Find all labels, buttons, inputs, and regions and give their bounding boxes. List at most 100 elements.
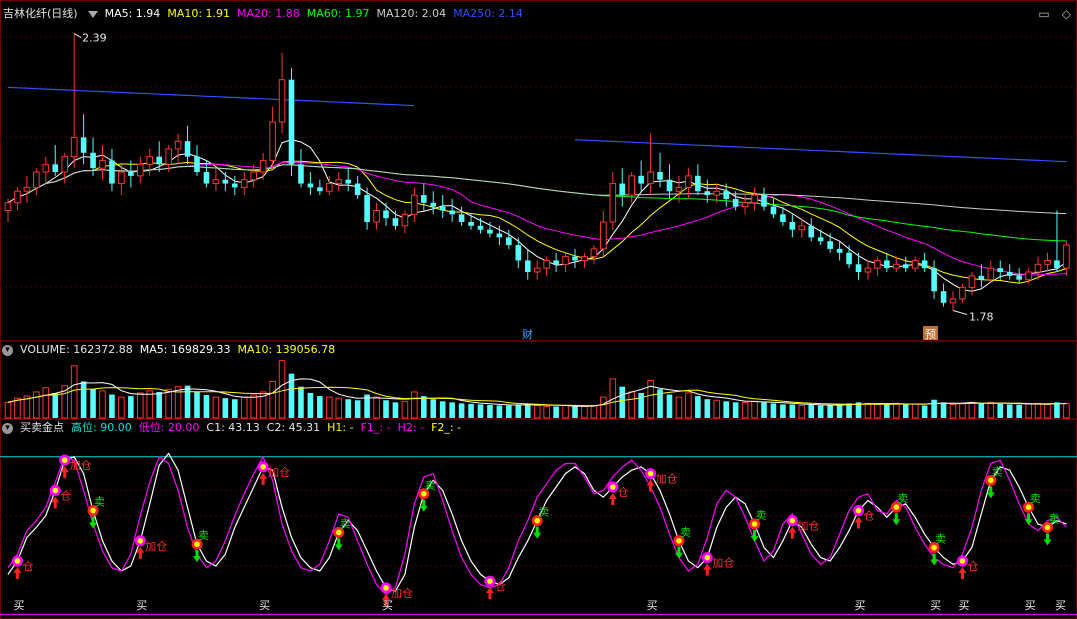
volume-bar xyxy=(675,396,683,419)
bottom-buy-label: 买 xyxy=(13,599,24,612)
signal-dot-core xyxy=(487,578,493,584)
window-controls: ▭ ◇ xyxy=(1026,7,1071,21)
candle-body xyxy=(657,172,663,180)
signal-dot-core xyxy=(855,507,862,514)
candle-body xyxy=(335,179,343,185)
candle-body xyxy=(137,163,144,177)
candle-body xyxy=(949,298,957,304)
candle-body xyxy=(846,252,852,265)
sell-arrow-icon xyxy=(1024,513,1033,526)
buy-signal-label: 加仓 xyxy=(797,519,819,533)
volume-bar xyxy=(269,380,276,419)
candle-body xyxy=(392,218,399,226)
volume-bar xyxy=(770,403,777,418)
volume-bar xyxy=(874,403,881,419)
candle-body xyxy=(713,190,721,196)
bottom-buy-label: 买 xyxy=(382,599,393,612)
close-icon[interactable]: ◇ xyxy=(1062,7,1071,21)
signal-dot-core xyxy=(14,558,21,564)
candle-body xyxy=(14,190,21,204)
restore-icon[interactable]: ▭ xyxy=(1038,7,1049,21)
sell-arrow-icon xyxy=(1043,533,1052,546)
candle-body xyxy=(959,286,966,300)
candle-body xyxy=(874,259,881,269)
volume-bar xyxy=(326,396,333,419)
candle-body xyxy=(921,260,928,269)
candle-body xyxy=(638,175,644,184)
candle-body xyxy=(619,183,626,196)
candle-body xyxy=(817,237,824,242)
bottom-buy-label: 买 xyxy=(855,599,866,612)
candle-body xyxy=(572,256,578,261)
volume-menu-icon[interactable]: ▾ xyxy=(2,344,13,356)
signal-dot-core xyxy=(610,484,616,490)
buy-signal-label: 加仓 xyxy=(391,586,413,600)
candle-body xyxy=(1044,259,1051,265)
candle-body xyxy=(884,260,890,269)
volume-bar xyxy=(827,405,833,418)
volume-bar xyxy=(590,404,598,419)
signal-dot-core xyxy=(61,457,68,463)
volume-bar xyxy=(864,402,872,419)
sell-signal-label: 卖 xyxy=(992,465,1003,478)
candle-body xyxy=(695,175,701,192)
sell-signal-label: 卖 xyxy=(538,506,549,519)
candle-body xyxy=(42,163,50,173)
volume-bar xyxy=(99,390,106,419)
indicator-f1: F1_: - xyxy=(360,421,391,434)
candle-body xyxy=(109,160,115,184)
ma20-line xyxy=(7,161,1067,276)
volume-bar xyxy=(240,396,248,419)
signal-dot-core xyxy=(704,554,711,561)
candle-body xyxy=(1063,244,1070,269)
ma20-label: MA20: 1.88 xyxy=(237,7,300,20)
volume-bar xyxy=(165,388,172,419)
volume-bar xyxy=(884,404,890,418)
indicator-title: 买卖金点 xyxy=(20,421,64,434)
candle-body xyxy=(354,183,361,196)
candle-body xyxy=(855,264,862,272)
ma250-label: MA250: 2.14 xyxy=(453,7,523,20)
buy-signal-label: 加仓 xyxy=(656,472,678,486)
indicator-h2: H2: - xyxy=(397,421,425,434)
candle-body xyxy=(798,225,806,231)
sell-arrow-icon xyxy=(533,526,542,539)
candle-body xyxy=(647,171,654,185)
bottom-buy-label: 买 xyxy=(647,599,658,612)
volume-bar xyxy=(921,405,928,418)
bottom-buy-label: 买 xyxy=(930,599,941,612)
candle-body xyxy=(232,183,238,188)
candle-body xyxy=(421,195,427,203)
candle-body xyxy=(562,256,569,265)
candle-body xyxy=(383,210,389,219)
candle-body xyxy=(298,164,304,184)
volume-bar xyxy=(345,399,351,418)
volume-bar xyxy=(1006,404,1013,418)
candle-body xyxy=(940,291,947,303)
volume-bar xyxy=(278,360,286,419)
sell-arrow-icon xyxy=(892,513,901,526)
ma5-label: MA5: 1.94 xyxy=(104,7,161,20)
volume-bar xyxy=(949,403,957,419)
volume-header: ▾ VOLUME: 162372.88 MA5: 169829.33 MA10: 13… xyxy=(0,343,342,357)
volume-bar xyxy=(33,391,40,419)
signal-dot-core xyxy=(893,504,900,511)
candle-body xyxy=(931,268,937,292)
candle-body xyxy=(1034,263,1042,273)
volume-bar xyxy=(997,403,1004,418)
volume-bar xyxy=(449,402,455,418)
candle-body xyxy=(317,187,323,192)
candle-body xyxy=(23,186,31,192)
candle-body xyxy=(902,264,909,269)
stock-title[interactable]: 吉林化纤(日线) xyxy=(3,7,78,20)
volume-bar xyxy=(184,385,191,418)
buy-arrow-icon xyxy=(259,472,268,485)
dropdown-triangle-icon[interactable] xyxy=(87,10,98,18)
candle-body xyxy=(761,195,767,207)
volume-bar xyxy=(146,390,154,419)
volume-bar xyxy=(118,396,125,419)
volume-bar xyxy=(496,405,503,418)
volume-bar xyxy=(156,391,162,418)
volume-bar xyxy=(458,403,465,418)
indicator-menu-icon[interactable]: ▾ xyxy=(2,422,13,434)
